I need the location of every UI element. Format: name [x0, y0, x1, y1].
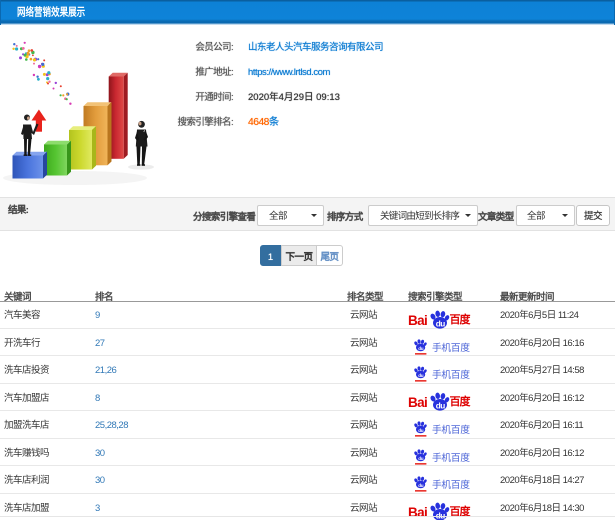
- svg-text:du: du: [418, 455, 423, 460]
- svg-text:du: du: [418, 483, 423, 488]
- svg-text:du: du: [435, 319, 445, 328]
- svg-text:du: du: [418, 345, 423, 350]
- svg-text:du: du: [418, 373, 423, 378]
- svg-text:du: du: [435, 401, 445, 410]
- svg-text:du: du: [418, 428, 423, 433]
